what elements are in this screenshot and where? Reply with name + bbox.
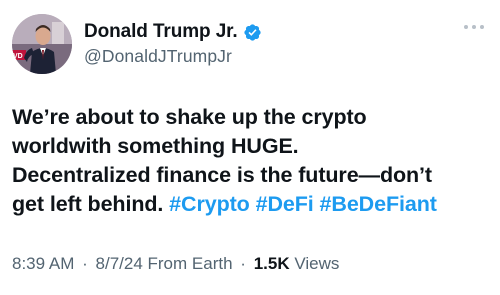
hashtag-link[interactable]: #BeDeFiant	[320, 192, 437, 216]
hashtag-link[interactable]: #Crypto	[169, 192, 250, 216]
views-count: 1.5K	[253, 254, 290, 273]
more-dot	[480, 25, 484, 29]
more-dot	[464, 25, 468, 29]
tweet-text-line-with-hashtags: get left behind. #Crypto #DeFi #BeDeFian…	[12, 190, 492, 219]
author-display-name[interactable]: Donald Trump Jr.	[84, 21, 238, 43]
tweet-text-line: We’re about to shake up the crypto	[12, 105, 367, 129]
more-options-icon[interactable]	[464, 24, 484, 30]
tweet-time[interactable]: 8:39 AM	[12, 254, 74, 273]
tweet-text-segment: get left behind.	[12, 192, 170, 216]
tweet-header: VD Donald Trump Jr. @DonaldJTrumpJr	[12, 12, 486, 76]
avatar-image: VD	[12, 14, 72, 74]
avatar-badge-text: VD	[13, 53, 23, 60]
meta-separator: ·	[240, 254, 246, 273]
author-info: Donald Trump Jr. @DonaldJTrumpJr	[84, 21, 262, 67]
tweet-card: VD Donald Trump Jr. @DonaldJTrumpJr We’r…	[0, 0, 500, 295]
hashtag-link[interactable]: #DeFi	[256, 192, 314, 216]
meta-separator: ·	[82, 254, 88, 273]
tweet-text-line: Decentralized finance is the future—don’…	[12, 163, 432, 187]
tweet-text-line: worldwith something HUGE.	[12, 134, 299, 158]
tweet-date[interactable]: 8/7/24	[96, 254, 143, 273]
tweet-source: From Earth	[147, 254, 233, 273]
author-name-row: Donald Trump Jr.	[84, 21, 262, 43]
views-label: Views	[294, 254, 340, 273]
verified-badge-icon	[243, 23, 261, 41]
tweet-meta: 8:39 AM · 8/7/24 From Earth · 1.5K Views	[12, 254, 339, 274]
author-handle[interactable]: @DonaldJTrumpJr	[84, 46, 262, 67]
tweet-text: We’re about to shake up the crypto world…	[12, 103, 492, 219]
avatar[interactable]: VD	[12, 14, 72, 74]
more-dot	[472, 25, 476, 29]
